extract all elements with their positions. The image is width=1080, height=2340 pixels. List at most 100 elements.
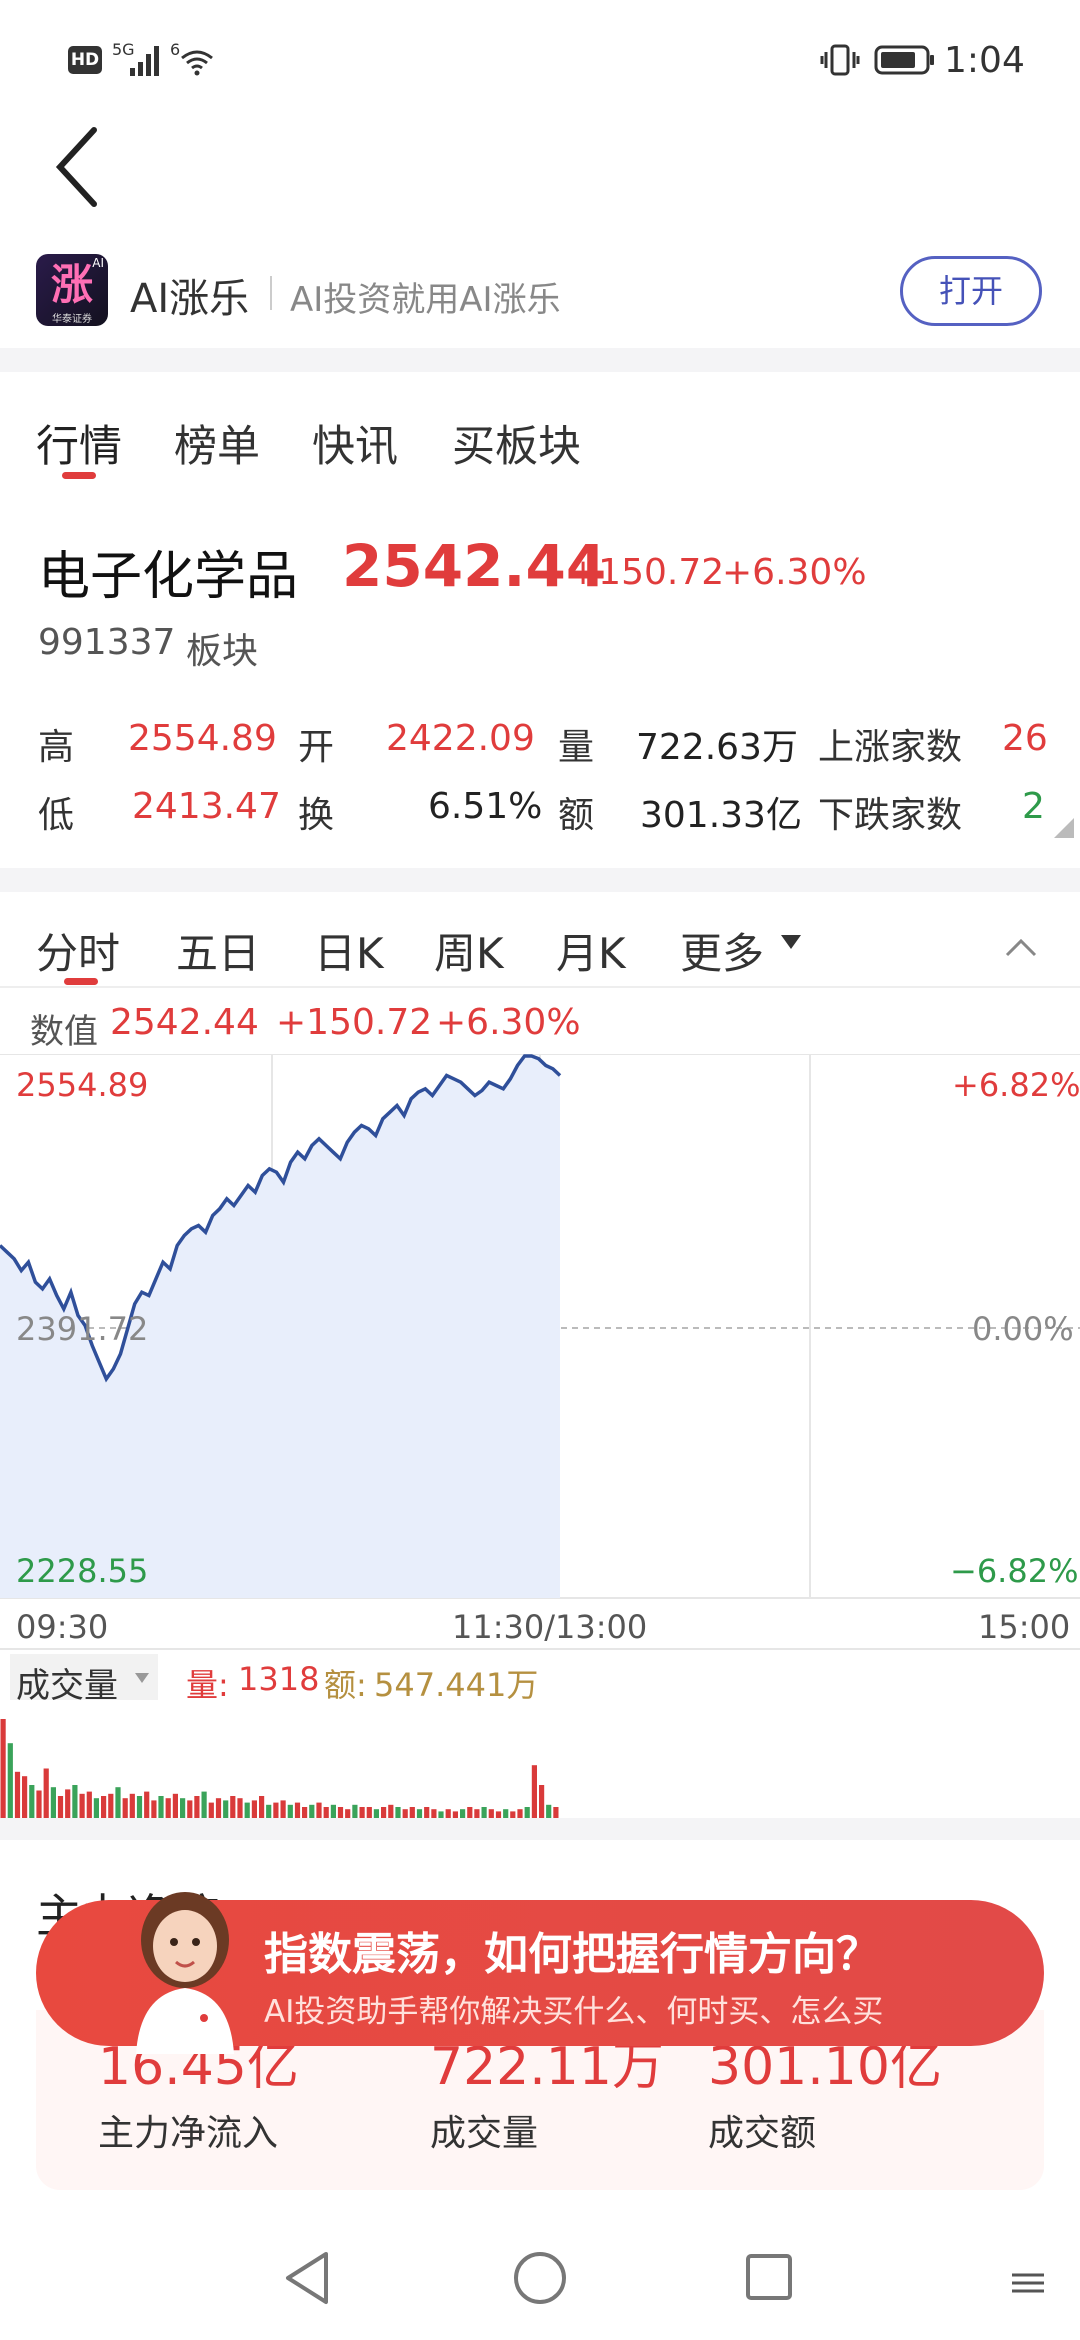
volume-bar <box>172 1793 178 1818</box>
volume-bar <box>553 1807 559 1818</box>
hd-icon: HD <box>68 46 102 74</box>
volume-bar <box>136 1796 143 1818</box>
battery-icon <box>874 45 934 75</box>
stat-low-label: 低 <box>38 795 75 836</box>
volume-bar <box>416 1809 423 1818</box>
volume-bar <box>323 1807 329 1818</box>
nav-menu-icon[interactable] <box>1010 2272 1046 2294</box>
nav-home-icon[interactable] <box>512 2250 568 2306</box>
collapse-chevron-icon[interactable] <box>1004 936 1038 958</box>
volume-bar <box>402 1809 408 1818</box>
tab-ranking[interactable]: 榜单 <box>174 412 260 474</box>
volume-bar <box>460 1809 466 1818</box>
x-axis-end-label: 15:00 <box>978 1608 1071 1646</box>
vibrate-icon <box>820 44 860 76</box>
chart-tab-five-day[interactable]: 五日 <box>176 920 260 981</box>
volume-bar <box>287 1804 293 1818</box>
volume-label: 成交量 <box>16 1666 118 1706</box>
chart-tab-weekly-k[interactable]: 周K <box>434 920 504 981</box>
chart-info-change: +150.72 <box>276 1002 433 1043</box>
volume-chart <box>0 1719 559 1818</box>
tab-buy-sector[interactable]: 买板块 <box>452 412 581 474</box>
volume-bar <box>223 1800 229 1818</box>
volume-bar <box>0 1719 6 1818</box>
wifi-number: 6 <box>170 40 181 59</box>
volume-bar <box>43 1768 49 1818</box>
stat-high-label: 高 <box>38 727 75 768</box>
volume-bar <box>251 1800 257 1818</box>
volume-bar <box>395 1807 401 1818</box>
volume-bar <box>352 1804 358 1818</box>
y-axis-max-label: 2554.89 <box>16 1066 149 1104</box>
price-chart[interactable] <box>0 1054 1080 1600</box>
volume-bar <box>381 1807 387 1818</box>
volume-bar <box>309 1804 315 1818</box>
volume-bar <box>165 1798 171 1818</box>
chart-tab-more[interactable]: 更多 <box>680 920 764 981</box>
back-arrow-icon[interactable] <box>52 124 102 210</box>
y-axis-min-label: 2228.55 <box>16 1552 149 1590</box>
stat-open-label: 开 <box>298 727 335 768</box>
stat-amount-value: 301.33亿 <box>640 795 802 836</box>
volume-bar <box>144 1791 150 1818</box>
volume-bar <box>474 1809 480 1818</box>
volume-bar <box>330 1804 336 1818</box>
volume-bar <box>266 1804 272 1818</box>
stat-low-value: 2413.47 <box>132 786 281 827</box>
pct-axis-max-label: +6.82% <box>952 1066 1080 1104</box>
volume-bar <box>546 1804 552 1818</box>
app-name: AI涨乐 <box>130 276 250 322</box>
tab-market[interactable]: 行情 <box>36 412 122 474</box>
status-bar: HD 5G 6 1:04 <box>0 0 1080 120</box>
section-divider <box>0 348 1080 372</box>
pct-axis-min-label: −6.82% <box>950 1552 1079 1590</box>
open-app-button[interactable]: 打开 <box>900 256 1042 326</box>
chart-tab-monthly-k[interactable]: 月K <box>556 920 626 981</box>
chart-tab-intraday[interactable]: 分时 <box>36 920 120 981</box>
volume-bar <box>388 1804 394 1818</box>
volume-bar <box>29 1785 35 1818</box>
volume-bar <box>503 1809 509 1818</box>
volume-bar <box>495 1811 502 1818</box>
logo-char: 涨 <box>50 260 93 309</box>
stock-change: +150.72 <box>568 552 725 593</box>
stock-type: 板块 <box>186 631 259 672</box>
wifi-icon <box>181 50 213 76</box>
volume-bar <box>510 1811 516 1818</box>
volume-bar <box>302 1807 308 1818</box>
volume-bar <box>259 1796 265 1818</box>
stat-up-count-value: 26 <box>1002 718 1048 759</box>
volume-bar <box>244 1802 250 1818</box>
volume-bar <box>237 1798 243 1818</box>
stock-code: 991337 <box>38 622 176 663</box>
stat-open-value: 2422.09 <box>386 718 535 759</box>
volume-bar <box>208 1802 214 1818</box>
banner-subtitle: AI投资助手帮你解决买什么、何时买、怎么买 <box>264 1994 884 2030</box>
section-divider-3 <box>0 1818 1080 1840</box>
volume-amt-value: 547.441万 <box>374 1666 539 1704</box>
stat-volume-value: 722.63万 <box>636 727 798 768</box>
system-nav-bar <box>0 2220 1080 2340</box>
volume-bar <box>230 1796 236 1818</box>
app-logo: AI 涨 华泰证券 <box>36 254 108 326</box>
volume-bar <box>438 1811 444 1818</box>
stat-volume-label: 量 <box>558 727 595 768</box>
volume-bar <box>7 1743 13 1818</box>
signal-icon <box>130 46 159 76</box>
volume-bar <box>359 1807 365 1818</box>
volume-bar <box>50 1787 56 1818</box>
volume-bar <box>488 1809 494 1818</box>
nav-recents-icon[interactable] <box>744 2252 794 2302</box>
volume-bar <box>180 1798 186 1818</box>
nav-back-icon[interactable] <box>282 2250 334 2306</box>
volume-bar <box>187 1800 193 1818</box>
volume-bar <box>57 1796 64 1818</box>
assistant-avatar-icon <box>136 1892 234 2054</box>
tab-news[interactable]: 快讯 <box>312 412 398 474</box>
volume-bar <box>36 1790 42 1818</box>
stat-up-count-label: 上涨家数 <box>818 727 963 768</box>
expand-corner-icon[interactable] <box>1052 816 1076 840</box>
stock-price: 2542.44 <box>342 532 607 600</box>
chart-tab-daily-k[interactable]: 日K <box>314 920 384 981</box>
clock: 1:04 <box>944 40 1025 81</box>
